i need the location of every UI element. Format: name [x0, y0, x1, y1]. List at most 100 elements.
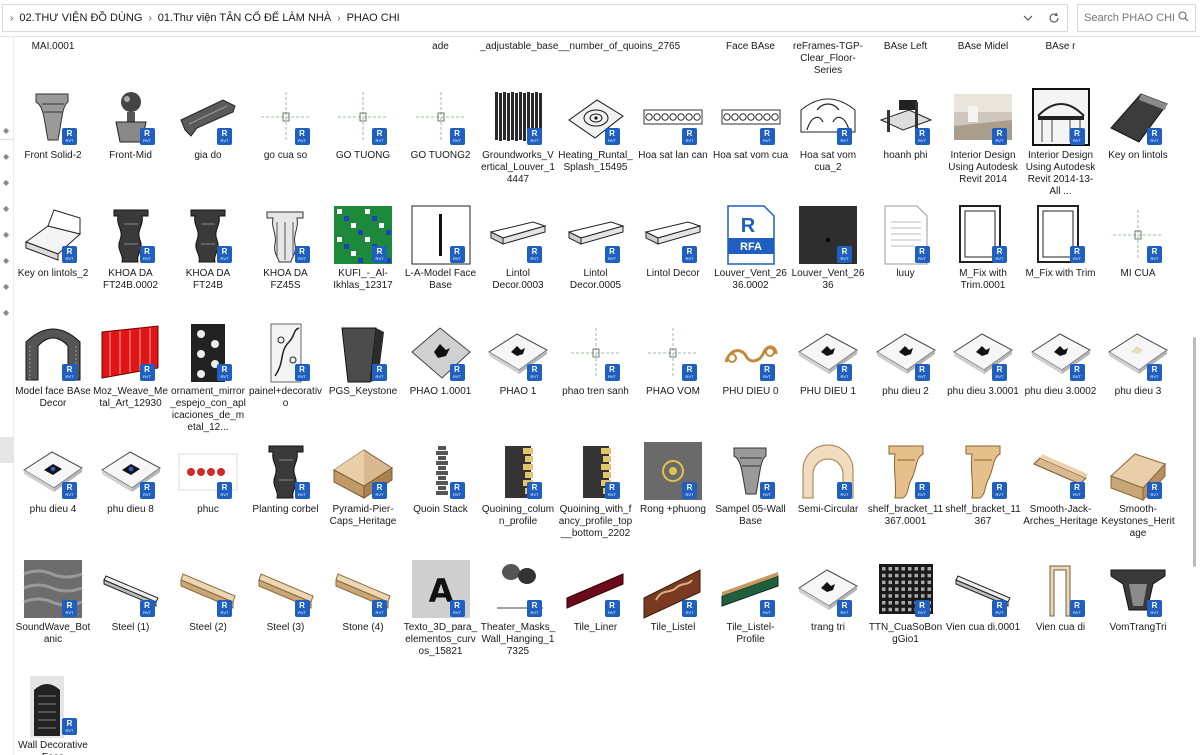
navigation-pane[interactable]: ◆ ◆ ◆ ◆ ◆ ◆ ◆ ◆: [0, 37, 14, 755]
file-label[interactable]: BAse Midel: [945, 41, 1021, 53]
file-item[interactable]: R RVT go cua so: [248, 84, 324, 202]
breadcrumb-item[interactable]: 01.Thư viện TÂN CỔ ĐỂ LÀM NHÀ: [155, 12, 334, 24]
file-item[interactable]: R RVT PHU DIEU 1: [790, 320, 866, 438]
file-label[interactable]: Face BAse: [713, 41, 789, 53]
file-item[interactable]: R RVT Vien cua di.0001: [945, 556, 1021, 674]
file-label[interactable]: MAI.0001: [15, 41, 91, 53]
file-item[interactable]: R RVT hoanh phi: [868, 84, 944, 202]
file-item[interactable]: R RVT Pyramid-Pier-Caps_Heritage: [325, 438, 401, 556]
file-item[interactable]: R RVT luuy: [868, 202, 944, 320]
file-item[interactable]: R RVT Lintol Decor.0003: [480, 202, 556, 320]
file-item[interactable]: R RVT PHAO 1.0001: [403, 320, 479, 438]
file-item[interactable]: R RVT Quoin Stack: [403, 438, 479, 556]
file-item[interactable]: R RVT trang tri: [790, 556, 866, 674]
nav-selected-item[interactable]: [0, 437, 14, 463]
file-item[interactable]: RFA R Louver_Vent_2636.0002: [713, 202, 789, 320]
file-item[interactable]: R RVT Steel (2): [170, 556, 246, 674]
file-item[interactable]: R RVT Heating_Runtal_Splash_15495: [558, 84, 634, 202]
file-item[interactable]: R RVT phu dieu 8: [93, 438, 169, 556]
file-item[interactable]: R RVT Interior Design Using Autodesk Revit…: [945, 84, 1021, 202]
file-label[interactable]: BAse r: [1023, 41, 1099, 53]
file-item[interactable]: R RVT gia do: [170, 84, 246, 202]
breadcrumb-item[interactable]: PHAO CHI: [344, 12, 403, 24]
file-item[interactable]: R RVT Lintol Decor.0005: [558, 202, 634, 320]
file-item[interactable]: R RVT Groundworks_Vertical_Louver_14447: [480, 84, 556, 202]
file-label[interactable]: ade: [403, 41, 479, 53]
file-item[interactable]: RRVT Wall Decorative Face: [15, 674, 91, 755]
file-item[interactable]: A R RVT Texto_3D_para_elementos_curvos_1582…: [403, 556, 479, 674]
file-item[interactable]: R RVT M_Fix with Trim: [1023, 202, 1099, 320]
file-item[interactable]: R RVT phu dieu 3.0001: [945, 320, 1021, 438]
file-item[interactable]: R RVT Semi-Circular: [790, 438, 866, 556]
file-item[interactable]: R RVT Stone (4): [325, 556, 401, 674]
file-item[interactable]: R RVT Front Solid-2: [15, 84, 91, 202]
search-input[interactable]: [1078, 6, 1174, 30]
file-item[interactable]: R RVT Hoa sat lan can: [635, 84, 711, 202]
file-label[interactable]: _adjustable_base__number_of_quoins_2765: [480, 41, 680, 53]
file-item[interactable]: R RVT Louver_Vent_2636: [790, 202, 866, 320]
file-item[interactable]: R RVT L-A-Model Face Base: [403, 202, 479, 320]
file-item[interactable]: R RVT phu dieu 3.0002: [1023, 320, 1099, 438]
file-item[interactable]: R RVT Front-Mid: [93, 84, 169, 202]
file-item[interactable]: R RVT Steel (1): [93, 556, 169, 674]
search-box[interactable]: [1077, 4, 1196, 32]
file-item[interactable]: R RVT Tile_Listel: [635, 556, 711, 674]
file-item[interactable]: R RVT Rong +phuong: [635, 438, 711, 556]
file-item[interactable]: R RVT TTN_CuaSoBongGio1: [868, 556, 944, 674]
file-item[interactable]: R RVT KUFI_-_Al-Ikhlas_12317: [325, 202, 401, 320]
file-item[interactable]: R RVT Model face BAse Decor: [15, 320, 91, 438]
file-item[interactable]: R RVT PGS_Keystone: [325, 320, 401, 438]
breadcrumb-item[interactable]: 02.THƯ VIỆN ĐỒ DÙNG: [16, 12, 145, 24]
file-item[interactable]: R RVT Sampel 05-Wall Base: [713, 438, 789, 556]
file-label[interactable]: reFrames-TGP-Clear_Floor-Series: [790, 41, 866, 77]
file-item[interactable]: R RVT phu dieu 4: [15, 438, 91, 556]
file-item[interactable]: R RVT shelf_bracket_11367.0001: [868, 438, 944, 556]
file-item[interactable]: R RVT Tile_Liner: [558, 556, 634, 674]
file-item[interactable]: R RVT phuc: [170, 438, 246, 556]
file-item[interactable]: R RVT SoundWave_Botanic: [15, 556, 91, 674]
scrollbar-thumb[interactable]: [1193, 337, 1196, 567]
file-item[interactable]: R RVT M_Fix with Trim.0001: [945, 202, 1021, 320]
file-item[interactable]: R RVT PHAO 1: [480, 320, 556, 438]
file-item[interactable]: R RVT GO TUONG2: [403, 84, 479, 202]
file-item[interactable]: R RVT Lintol Decor: [635, 202, 711, 320]
file-item[interactable]: R RVT phao tren sanh: [558, 320, 634, 438]
file-item[interactable]: R RVT Planting corbel: [248, 438, 324, 556]
chevron-right-icon[interactable]: ›: [7, 13, 16, 24]
file-item[interactable]: R RVT Quoining_with_fancy_profile_top__bot…: [558, 438, 634, 556]
file-item[interactable]: R RVT Steel (3): [248, 556, 324, 674]
chevron-down-icon[interactable]: [1015, 5, 1041, 31]
chevron-right-icon[interactable]: ›: [334, 13, 343, 24]
file-item[interactable]: R RVT PHAO VOM: [635, 320, 711, 438]
file-label[interactable]: BAse Left: [868, 41, 944, 53]
file-item[interactable]: R RVT Hoa sat vom cua: [713, 84, 789, 202]
file-item[interactable]: R RVT painel+decorativo: [248, 320, 324, 438]
file-item[interactable]: R RVT KHOA DA FT24B: [170, 202, 246, 320]
file-item[interactable]: R RVT KHOA DA FZ45S: [248, 202, 324, 320]
file-item[interactable]: R RVT Moz_Weave_Metal_Art_12930: [93, 320, 169, 438]
vertical-scrollbar[interactable]: [1190, 37, 1200, 755]
refresh-icon[interactable]: [1041, 5, 1067, 31]
address-bar[interactable]: › 02.THƯ VIỆN ĐỒ DÙNG › 01.Thư viện TÂN …: [2, 4, 1068, 32]
search-icon[interactable]: [1174, 11, 1192, 25]
file-item[interactable]: R RVT Key on lintols_2: [15, 202, 91, 320]
file-item[interactable]: R RVT MI CUA: [1100, 202, 1176, 320]
file-item[interactable]: R RVT Quoining_column_profile: [480, 438, 556, 556]
file-item[interactable]: R RVT Key on lintols: [1100, 84, 1176, 202]
chevron-right-icon[interactable]: ›: [145, 13, 154, 24]
file-item[interactable]: R RVT Smooth-Keystones_Heritage: [1100, 438, 1176, 556]
file-item[interactable]: R RVT PHU DIEU 0: [713, 320, 789, 438]
file-item[interactable]: R RVT KHOA DA FT24B.0002: [93, 202, 169, 320]
file-item[interactable]: R RVT Tile_Listel-Profile: [713, 556, 789, 674]
file-item[interactable]: R RVT VomTrangTri: [1100, 556, 1176, 674]
file-item[interactable]: R RVT shelf_bracket_11367: [945, 438, 1021, 556]
file-item[interactable]: R RVT Smooth-Jack-Arches_Heritage: [1023, 438, 1099, 556]
file-item[interactable]: R RVT phu dieu 3: [1100, 320, 1176, 438]
file-item[interactable]: R RVT Vien cua di: [1023, 556, 1099, 674]
file-item[interactable]: R RVT Theater_Masks_Wall_Hanging_17325: [480, 556, 556, 674]
file-item[interactable]: R RVT ornament_mirror_espejo_con_aplicacio…: [170, 320, 246, 438]
file-item[interactable]: R RVT Interior Design Using Autodesk Revit…: [1023, 84, 1099, 202]
file-item[interactable]: R RVT Hoa sat vom cua_2: [790, 84, 866, 202]
file-item[interactable]: R RVT phu dieu 2: [868, 320, 944, 438]
file-item[interactable]: R RVT GO TUONG: [325, 84, 401, 202]
